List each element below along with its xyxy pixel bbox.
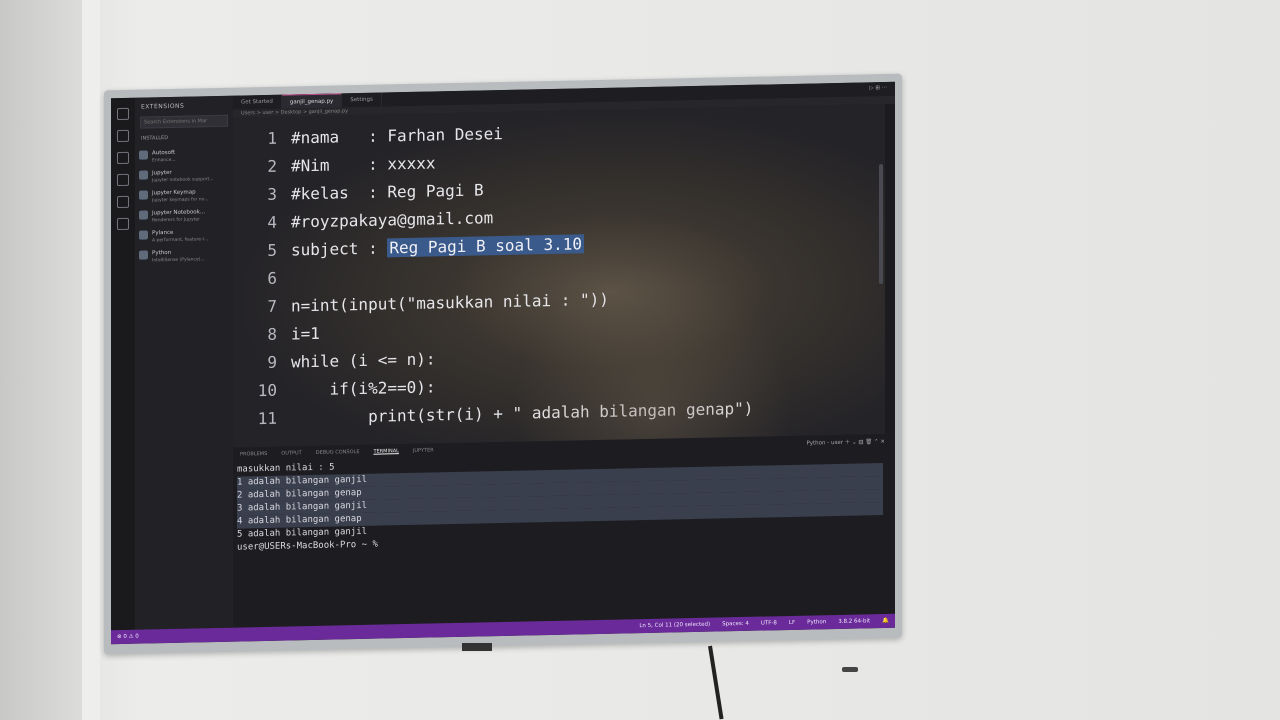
code-text: #royzpakaya@gmail.com: [291, 208, 494, 232]
extension-item[interactable]: Autosoft Enhance...: [139, 149, 229, 165]
terminal-selector[interactable]: Python - user ＋ ⌄ ▥ 🗑 ⌃ ✕: [806, 437, 895, 447]
indentation[interactable]: Spaces: 4: [716, 621, 755, 628]
code-editor[interactable]: 1 #nama : Farhan Desei 2 #Nim : xxxxx 3 #ke…: [233, 103, 885, 562]
extension-item[interactable]: Jupyter Keymap Jupyter keymaps for no...: [139, 189, 229, 205]
extension-icon: [139, 210, 148, 220]
code-text: #kelas : Reg Pagi B: [291, 180, 484, 204]
extensions-sidebar: EXTENSIONS Search Extensions in Mar INST…: [135, 95, 233, 630]
code-line: 3 #kelas : Reg Pagi B: [233, 180, 484, 204]
installed-section-header[interactable]: INSTALLED: [135, 131, 233, 145]
extension-icon: [139, 230, 148, 240]
extension-item[interactable]: Python IntelliSense (Pylance)...: [139, 249, 229, 265]
code-line: 9 while (i <= n):: [233, 349, 436, 372]
selected-text: Reg Pagi B soal 3.10: [387, 234, 584, 258]
vscode-window: EXTENSIONS Search Extensions in Mar INST…: [111, 81, 895, 645]
extension-desc: A performant, feature-r...: [152, 237, 209, 244]
editor-scrollbar[interactable]: [879, 164, 883, 285]
line-number: 9: [267, 352, 277, 372]
code-text: i=1: [291, 323, 320, 344]
code-line: 6: [233, 268, 291, 288]
tab-get-started[interactable]: Get Started: [233, 94, 282, 110]
extension-item[interactable]: Jupyter Notebook... Renderers for Jupyter: [139, 209, 229, 225]
extension-desc: Jupyter notebook support...: [152, 177, 214, 184]
code-line: 5 subject : Reg Pagi B soal 3.10: [233, 234, 584, 260]
code-text: subject :: [291, 238, 388, 260]
line-number: 1: [267, 128, 277, 148]
code-line: 2 #Nim : xxxxx: [233, 153, 436, 176]
extension-desc: Enhance...: [152, 157, 176, 164]
line-number: 11: [257, 408, 277, 429]
tab-ganjil-genap[interactable]: ganjil_genap.py: [281, 93, 343, 109]
tab-settings[interactable]: Settings: [342, 92, 382, 108]
source-control-icon[interactable]: [117, 151, 129, 165]
code-line: 1 #nama : Farhan Desei: [233, 124, 503, 149]
end-of-line[interactable]: LF: [783, 620, 801, 626]
extension-desc: Jupyter keymaps for no...: [152, 197, 209, 204]
code-text: print(str(i) + " adalah bilangan genap"): [291, 398, 754, 428]
wall-corner: [82, 0, 100, 720]
line-number: 5: [267, 240, 277, 260]
code-line: 7 n=int(input("masukkan nilai : ")): [233, 290, 609, 317]
wall-hook: [842, 667, 858, 672]
problems-indicator[interactable]: ⊗ 0 ⚠ 0: [111, 634, 145, 641]
extension-desc: Renderers for Jupyter: [152, 217, 201, 224]
activity-bar: [111, 97, 135, 631]
tab-problems[interactable]: PROBLEMS: [233, 451, 274, 458]
code-text: while (i <= n):: [291, 349, 436, 372]
extensions-search-input[interactable]: Search Extensions in Mar: [140, 114, 228, 129]
wall-left: [0, 0, 82, 720]
extensions-icon[interactable]: [117, 195, 129, 209]
tab-debug-console[interactable]: DEBUG CONSOLE: [309, 449, 367, 456]
line-number: 10: [257, 380, 277, 401]
code-text: if(i%2==0):: [291, 377, 436, 400]
line-number: 6: [267, 268, 277, 288]
extension-item[interactable]: Jupyter Jupyter notebook support...: [139, 169, 229, 185]
code-text: #nama : Farhan Desei: [291, 124, 503, 148]
line-number: 8: [267, 324, 277, 344]
line-number: 2: [267, 156, 277, 176]
terminal-label: Python - user: [806, 439, 843, 447]
code-text: n=int(input("masukkan nilai : ")): [291, 289, 609, 316]
extension-desc: IntelliSense (Pylance)...: [152, 257, 205, 264]
encoding[interactable]: UTF-8: [755, 620, 783, 627]
code-text: #Nim : xxxxx: [291, 153, 436, 176]
tab-jupyter[interactable]: JUPYTER: [406, 447, 441, 454]
tv-mount: [462, 643, 492, 651]
run-file-icon[interactable]: ▷ ⊞ ···: [861, 82, 895, 97]
extension-icon: [139, 190, 148, 200]
language-mode[interactable]: Python: [801, 619, 832, 626]
power-cable: [708, 645, 724, 720]
code-line: 11 print(str(i) + " adalah bilangan gena…: [233, 398, 754, 429]
search-icon[interactable]: [117, 129, 129, 143]
bottom-panel: PROBLEMS OUTPUT DEBUG CONSOLE TERMINAL J…: [233, 433, 895, 628]
terminal-output[interactable]: masukkan nilai : 5 1 adalah bilangan gan…: [233, 448, 895, 555]
python-interpreter[interactable]: 3.8.2 64-bit: [832, 618, 876, 625]
tab-terminal[interactable]: TERMINAL: [366, 448, 405, 455]
extension-item[interactable]: Pylance A performant, feature-r...: [139, 229, 229, 245]
line-number: 7: [267, 296, 277, 316]
line-number: 3: [267, 184, 277, 204]
code-line: 10 if(i%2==0):: [233, 377, 436, 400]
notifications-icon[interactable]: 🔔: [876, 618, 895, 624]
code-line: 4 #royzpakaya@gmail.com: [233, 208, 493, 232]
line-number: 4: [267, 212, 277, 232]
sidebar-title: EXTENSIONS: [141, 102, 185, 111]
explorer-icon[interactable]: [117, 107, 129, 121]
tab-output[interactable]: OUTPUT: [274, 450, 308, 457]
code-line: 8 i=1: [233, 324, 320, 345]
extension-icon: [139, 250, 148, 260]
extension-icon: [139, 170, 148, 180]
testing-icon[interactable]: [117, 217, 129, 231]
cursor-position[interactable]: Ln 5, Col 11 (20 selected): [633, 622, 716, 630]
tv-frame: EXTENSIONS Search Extensions in Mar INST…: [104, 73, 902, 655]
extension-icon: [139, 150, 148, 160]
run-debug-icon[interactable]: [117, 173, 129, 187]
